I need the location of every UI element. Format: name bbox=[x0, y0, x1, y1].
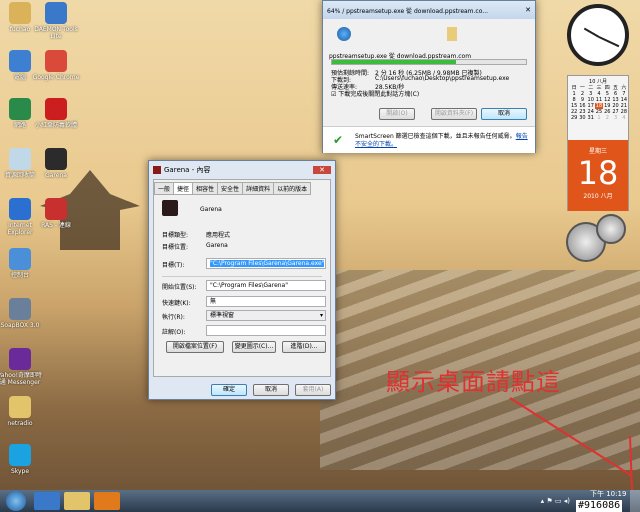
taskbar-explorer-icon[interactable] bbox=[64, 492, 90, 510]
start-button[interactable] bbox=[6, 491, 26, 511]
taskbar-ie-icon[interactable] bbox=[34, 492, 60, 510]
show-desktop-button[interactable] bbox=[630, 490, 640, 512]
taskbar-clock[interactable]: 下午 10:19 bbox=[590, 490, 626, 499]
taskbar: ▴ ⚑ ▭ ◂) bbox=[0, 490, 640, 512]
watermark: #916086 bbox=[576, 500, 623, 512]
system-tray[interactable]: ▴ ⚑ ▭ ◂) bbox=[541, 497, 570, 505]
annotation-arrow bbox=[509, 397, 633, 491]
taskbar-media-player-icon[interactable] bbox=[94, 492, 120, 510]
